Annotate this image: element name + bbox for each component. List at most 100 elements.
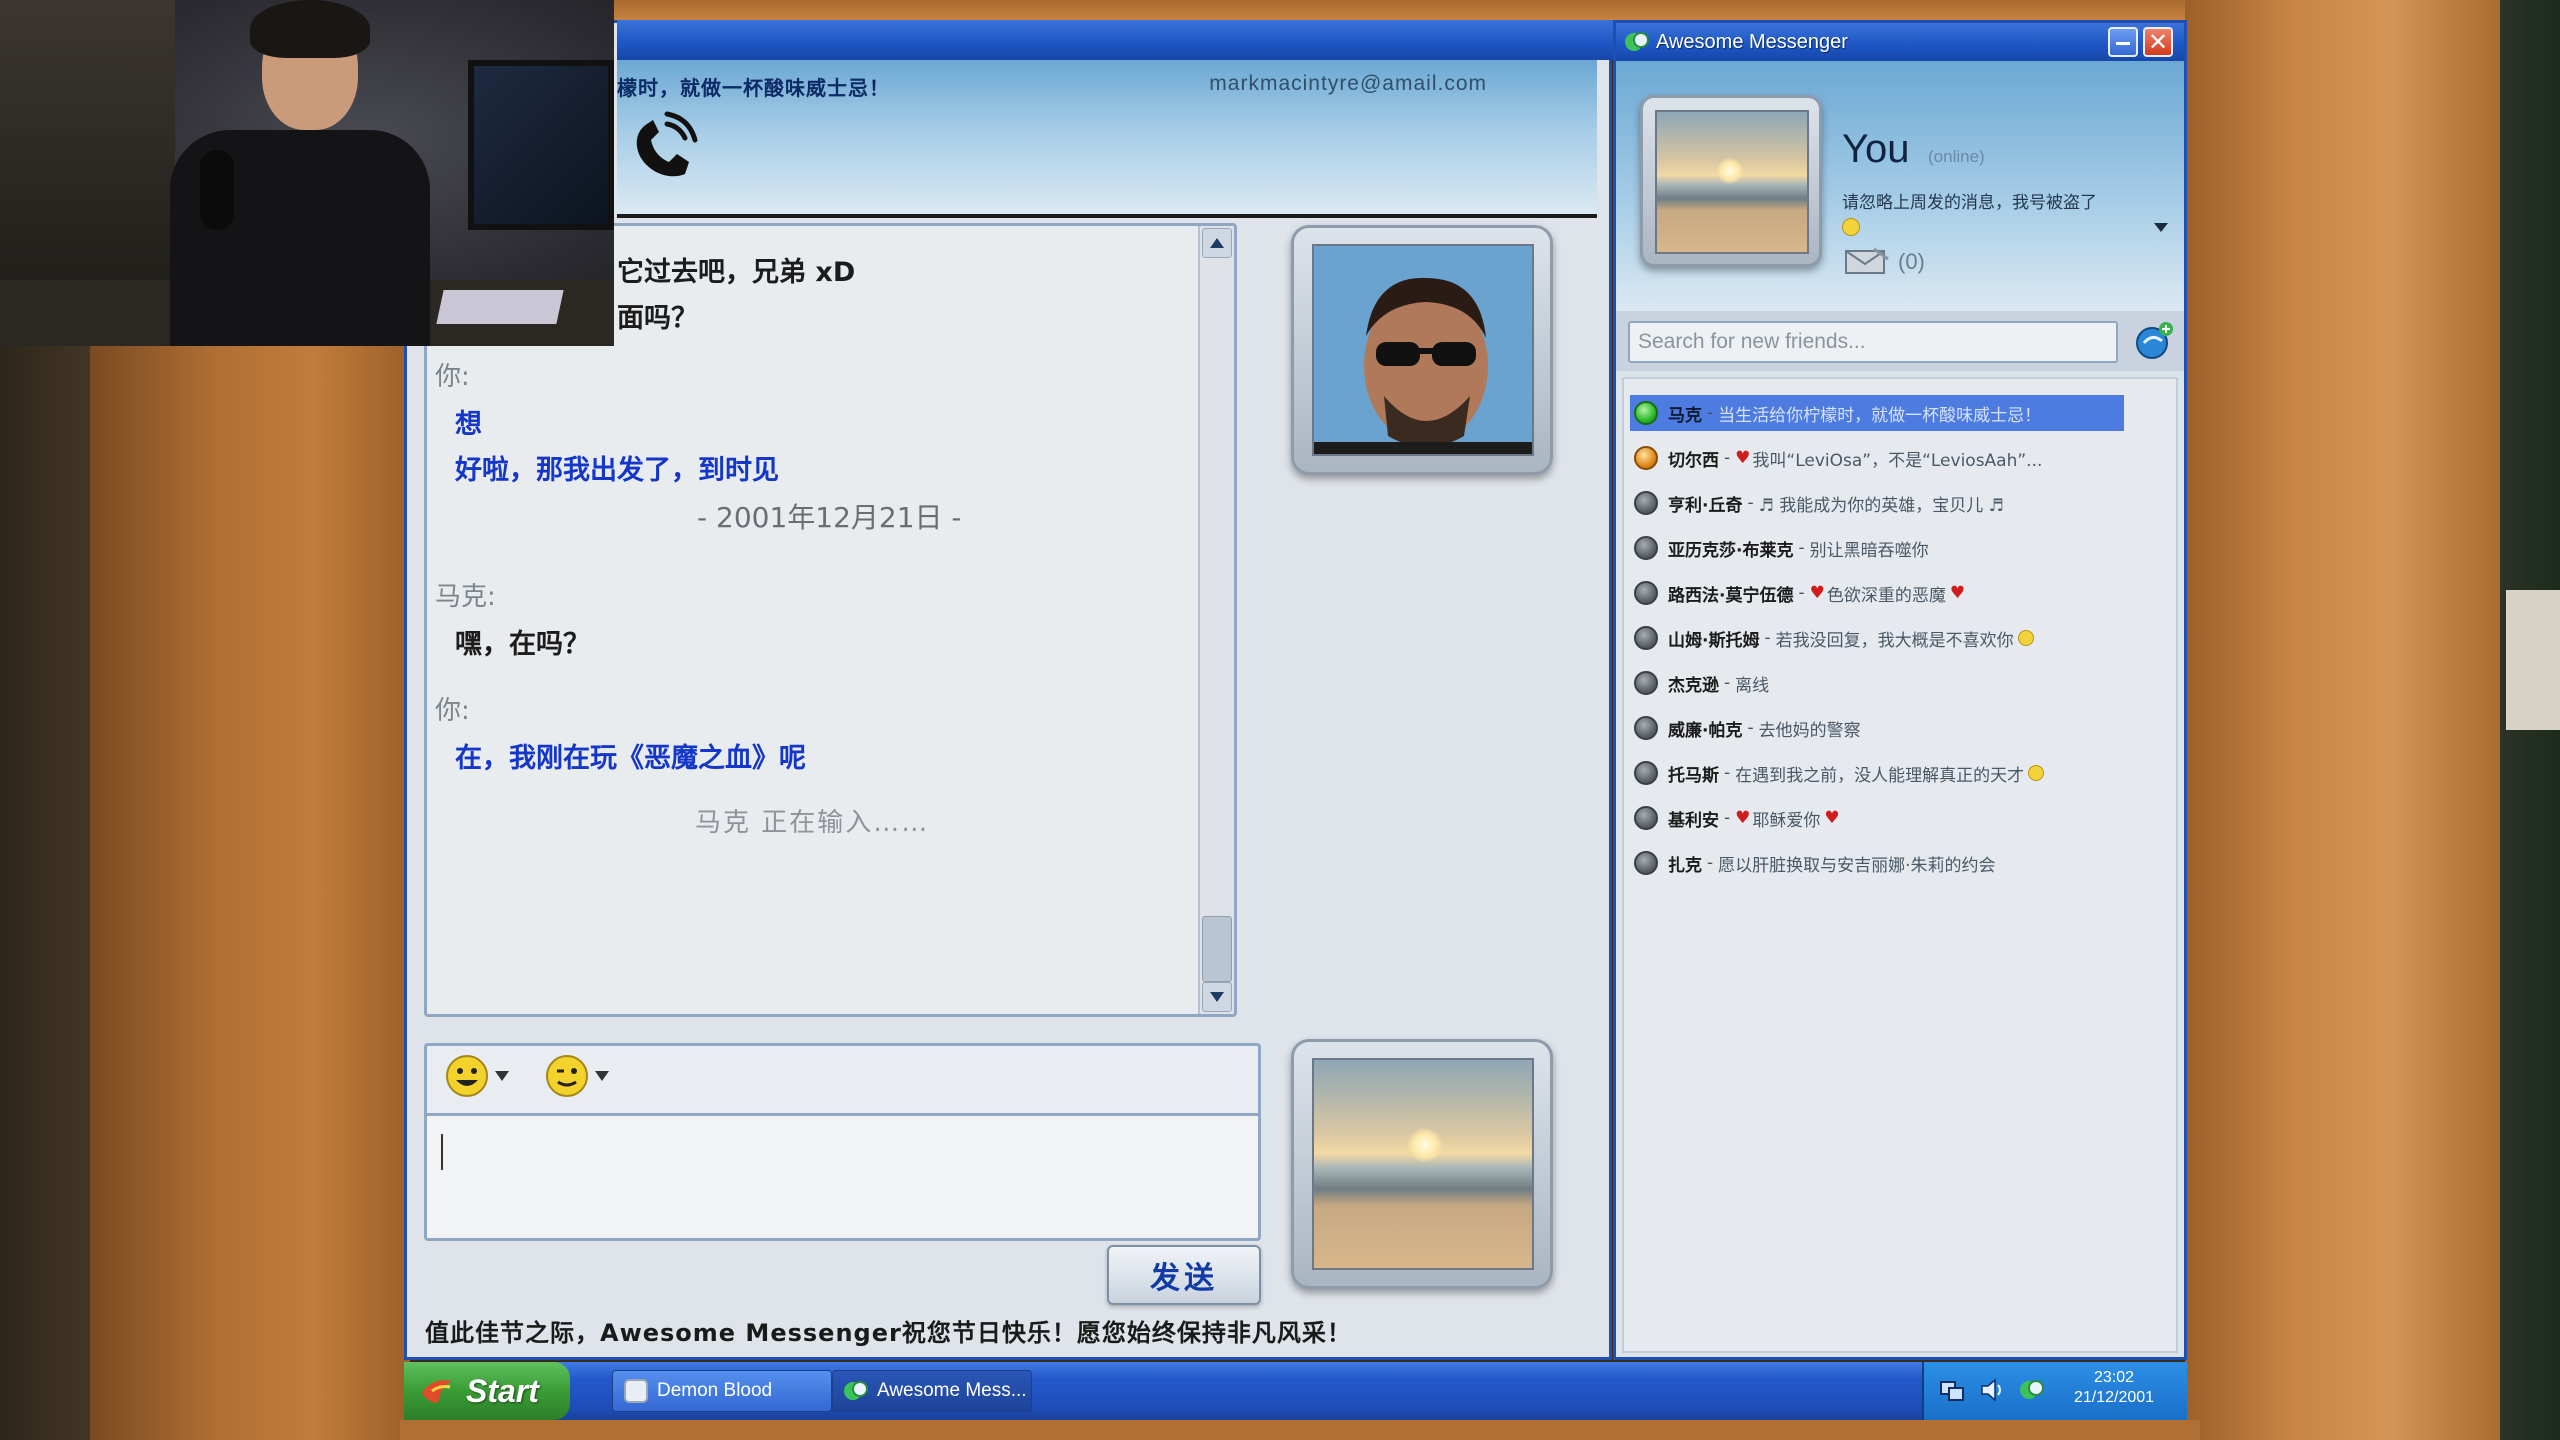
scroll-down-button[interactable] xyxy=(1202,982,1232,1012)
sender-label: 你: xyxy=(435,362,470,392)
taskbar: Start Demon Blood Awesome Mess... 23:02 … xyxy=(404,1362,2187,1420)
heart-icon: ♥ xyxy=(1824,808,1840,828)
contacts-window: Awesome Messenger ✕ You (online) 请忽略上周发的… xyxy=(1613,20,2187,1360)
friend-message: 离线 xyxy=(1735,675,1770,696)
friend-message: 愿以肝脏换取与安吉丽娜·朱莉的约会 xyxy=(1718,855,1996,876)
chevron-down-icon xyxy=(595,1071,609,1081)
wooden-frame-right xyxy=(2185,0,2505,1440)
message-line: 好啦，那我出发了，到时见 xyxy=(455,455,779,486)
network-icon[interactable] xyxy=(1938,1376,1966,1404)
friend-message: 当生活给你柠檬时，就做一杯酸味威士忌！ xyxy=(1718,405,2042,426)
profile-personal-message[interactable]: 请忽略上周发的消息，我号被盗了 xyxy=(1842,191,2162,239)
heart-icon: ♥ xyxy=(1735,808,1751,828)
message-input[interactable] xyxy=(424,1113,1261,1241)
friend-name: 亨利·丘奇 xyxy=(1668,495,1743,516)
mail-icon xyxy=(1845,247,1889,274)
offline-status-icon xyxy=(1634,851,1658,875)
friend-name: 山姆·斯托姆 xyxy=(1668,630,1760,651)
friend-separator: - xyxy=(1747,718,1754,738)
profile-message-text: 请忽略上周发的消息，我号被盗了 xyxy=(1842,193,2097,213)
scroll-thumb[interactable] xyxy=(1202,916,1232,982)
friend-name: 亚历克莎·布莱克 xyxy=(1668,540,1794,561)
contact-email: markmacintyre@amail.com xyxy=(1209,72,1487,95)
friend-search-input[interactable]: Search for new friends... xyxy=(1628,321,2118,363)
friend-list: 马克 - 当生活给你柠檬时，就做一杯酸味威士忌！ 切尔西 - ♥ 我叫“Levi… xyxy=(1622,377,2178,1353)
friend-item[interactable]: 切尔西 - ♥ 我叫“LeviOsa”，不是“LeviosAah”... xyxy=(1630,440,2124,476)
start-button[interactable]: Start xyxy=(404,1362,570,1420)
webcam-monitor xyxy=(468,60,614,230)
friend-item[interactable]: 威廉·帕克 - 去他妈的警察 xyxy=(1630,710,2124,746)
friend-item[interactable]: 基利安 - ♥ 耶稣爱你 ♥ xyxy=(1630,800,2124,836)
devil-heart-icon: ♥ xyxy=(1809,583,1825,603)
friend-separator: - xyxy=(1707,403,1714,423)
scroll-up-button[interactable] xyxy=(1202,228,1232,258)
offline-status-icon xyxy=(1634,671,1658,695)
friend-item[interactable]: 托马斯 - 在遇到我之前，没人能理解真正的天才 xyxy=(1630,755,2124,791)
volume-icon[interactable] xyxy=(1978,1376,2006,1404)
friend-message: 色欲深重的恶魔 xyxy=(1826,585,1946,606)
taskbar-item-demon-blood[interactable]: Demon Blood xyxy=(612,1370,832,1412)
friend-name: 杰克逊 xyxy=(1668,675,1719,696)
friend-item[interactable]: 山姆·斯托姆 - 若我没回复，我大概是不喜欢你 xyxy=(1630,620,2124,656)
contact-photo xyxy=(1312,244,1534,456)
profile-panel: You (online) 请忽略上周发的消息，我号被盗了 (0) xyxy=(1616,61,2184,311)
messenger-tray-icon[interactable] xyxy=(2018,1376,2046,1404)
friend-item[interactable]: 扎克 - 愿以肝脏换取与安吉丽娜·朱莉的约会 xyxy=(1630,845,2124,881)
beach-sunset-photo xyxy=(1312,1058,1534,1270)
clock-date: 21/12/2001 xyxy=(2074,1389,2155,1406)
emoticon-toolbar xyxy=(424,1043,1261,1113)
offline-status-icon xyxy=(1634,491,1658,515)
sun-glow xyxy=(1717,158,1743,184)
friend-separator: - xyxy=(1724,673,1731,693)
wink-emoticon-icon xyxy=(546,1055,588,1097)
emoticon-picker-button[interactable] xyxy=(445,1054,509,1098)
system-clock[interactable]: 23:02 21/12/2001 xyxy=(2074,1368,2154,1408)
start-label: Start xyxy=(466,1372,539,1409)
chevron-down-icon[interactable] xyxy=(2154,223,2168,232)
mail-count: (0) xyxy=(1898,249,1925,274)
friend-item[interactable]: 亨利·丘奇 - ♬ 我能成为你的英雄，宝贝儿 ♬ xyxy=(1630,485,2124,521)
devil-heart-icon: ♥ xyxy=(1949,583,1966,603)
contacts-minimize-button[interactable] xyxy=(2108,27,2138,57)
friend-item[interactable]: 马克 - 当生活给你柠檬时，就做一杯酸味威士忌！ xyxy=(1630,395,2124,431)
friend-separator: - xyxy=(1747,493,1754,513)
close-icon: ✕ xyxy=(2147,28,2169,56)
online-status-icon xyxy=(1634,401,1658,425)
conversation-scrollbar[interactable] xyxy=(1198,226,1234,1014)
task-label: Awesome Mess... xyxy=(877,1380,1027,1401)
offline-status-icon xyxy=(1634,716,1658,740)
messenger-logo-icon xyxy=(1625,32,1649,51)
contacts-titlebar[interactable]: Awesome Messenger ✕ xyxy=(1616,23,2184,61)
taskbar-item-awesome-messenger[interactable]: Awesome Mess... xyxy=(832,1370,1032,1412)
app-title: Awesome Messenger xyxy=(1656,31,1848,53)
friend-separator: - xyxy=(1707,853,1714,873)
offline-status-icon xyxy=(1634,761,1658,785)
offline-status-icon xyxy=(1634,581,1658,605)
contacts-close-button[interactable]: ✕ xyxy=(2143,27,2173,57)
promo-banner: 值此佳节之际，Awesome Messenger祝您节日快乐！愿您始终保持非凡风… xyxy=(425,1319,1352,1347)
start-logo-icon xyxy=(422,1380,452,1403)
profile-avatar[interactable] xyxy=(1640,95,1822,267)
friend-message: 在遇到我之前，没人能理解真正的天才 xyxy=(1735,765,2025,786)
profile-name: You xyxy=(1842,127,1910,171)
friend-item[interactable]: 路西法·莫宁伍德 - ♥ 色欲深重的恶魔 ♥ xyxy=(1630,575,2124,611)
streamer-webcam xyxy=(0,0,614,346)
friend-separator: - xyxy=(1724,808,1731,828)
wink-picker-button[interactable] xyxy=(545,1054,609,1098)
mail-indicator[interactable]: (0) xyxy=(1844,247,1925,277)
add-friend-icon[interactable] xyxy=(2134,321,2174,361)
webcam-person-hair xyxy=(250,0,370,58)
friend-item[interactable]: 亚历克莎·布莱克 - 别让黑暗吞噬你 xyxy=(1630,530,2124,566)
offline-status-icon xyxy=(1634,626,1658,650)
message-line: 面吗？ xyxy=(617,303,698,334)
friend-item[interactable]: 杰克逊 - 离线 xyxy=(1630,665,2124,701)
smile-icon xyxy=(1842,218,1860,236)
message-line: 想 xyxy=(455,409,482,440)
chat-titlebar[interactable] xyxy=(617,20,1811,60)
phone-icon[interactable] xyxy=(627,110,703,186)
grin-emoticon-icon xyxy=(446,1055,488,1097)
text-cursor xyxy=(441,1134,443,1170)
wooden-frame-bottom xyxy=(400,1420,2200,1440)
wooden-frame-left xyxy=(90,340,410,1440)
send-button[interactable]: 发送 xyxy=(1107,1245,1261,1305)
